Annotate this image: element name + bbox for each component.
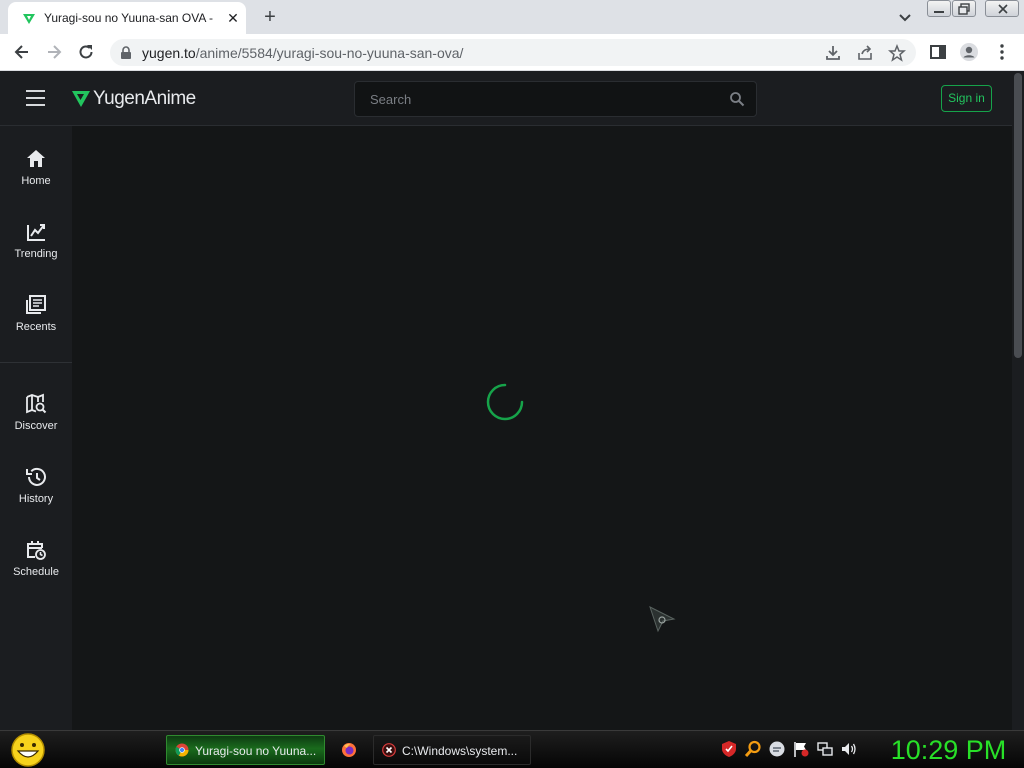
recents-icon [26, 295, 46, 314]
reload-icon[interactable] [76, 42, 96, 62]
sidebar-item-history[interactable]: History [0, 466, 72, 526]
sidebar-item-label: Discover [14, 420, 58, 432]
share-icon[interactable] [856, 44, 874, 62]
sidebar-nav: Home Trending Recents Discover History S… [0, 126, 72, 730]
restore-button[interactable] [952, 0, 976, 17]
lock-icon[interactable] [120, 46, 132, 60]
sidebar-item-trending[interactable]: Trending [0, 221, 72, 281]
restore-icon [958, 3, 970, 15]
sidebar-divider [0, 362, 72, 363]
address-bar[interactable]: yugen.to/anime/5584/yuragi-sou-no-yuuna-… [110, 39, 916, 66]
url-host: yugen.to [142, 45, 196, 61]
yugenanime-favicon-icon [23, 14, 35, 24]
discover-icon [26, 393, 47, 414]
search-bar [354, 81, 757, 117]
network-icon[interactable] [816, 740, 834, 758]
download-icon[interactable] [824, 44, 842, 62]
tab-search-chevron-icon[interactable] [896, 8, 914, 26]
window-controls [927, 0, 1019, 18]
sign-in-button[interactable]: Sign in [941, 85, 992, 112]
scrollbar-thumb[interactable] [1014, 73, 1022, 358]
firefox-icon [342, 743, 356, 757]
url-path: /anime/5584/yuragi-sou-no-yuuna-san-ova/ [195, 45, 464, 61]
taskbar-item-chrome[interactable]: Yuragi-sou no Yuuna... [166, 735, 325, 765]
browser-tabstrip: Yuragi-sou no Yuuna-san OVA - Y ✕ + [0, 0, 1024, 34]
main-content [72, 126, 1012, 730]
tab-close-icon[interactable]: ✕ [224, 9, 242, 27]
messenger-tray-icon[interactable] [768, 740, 786, 758]
search-input[interactable] [355, 82, 725, 116]
sidebar-item-label: Schedule [13, 566, 59, 578]
taskbar-item-error-window[interactable]: C:\Windows\system... [373, 735, 531, 765]
history-icon [26, 467, 46, 486]
minimize-button[interactable] [927, 0, 951, 17]
close-icon [998, 4, 1008, 14]
side-panel-icon[interactable] [928, 42, 948, 62]
page-scrollbar[interactable] [1012, 71, 1024, 730]
url-text: yugen.to/anime/5584/yuragi-sou-no-yuuna-… [142, 45, 463, 61]
taskbar-item-firefox[interactable] [336, 735, 364, 765]
sidebar-item-label: Trending [14, 248, 58, 260]
hamburger-menu-icon[interactable] [26, 90, 46, 106]
more-menu-icon[interactable] [992, 42, 1012, 62]
sidebar-item-schedule[interactable]: Schedule [0, 539, 72, 599]
search-icon[interactable] [729, 91, 745, 107]
browser-tab[interactable]: Yuragi-sou no Yuuna-san OVA - Y ✕ [8, 2, 246, 34]
mouse-cursor-icon [649, 606, 676, 633]
volume-icon[interactable] [840, 740, 858, 758]
new-tab-button[interactable]: + [258, 6, 282, 28]
close-window-button[interactable] [985, 0, 1019, 17]
loading-spinner-icon [486, 383, 524, 421]
chrome-icon [175, 743, 189, 757]
system-tray [718, 739, 868, 761]
tab-title: Yuragi-sou no Yuuna-san OVA - Y [44, 11, 216, 25]
forward-arrow-icon[interactable] [44, 42, 64, 62]
taskbar-clock[interactable]: 10:29 PM [876, 733, 1021, 767]
taskbar-item-label: Yuragi-sou no Yuuna... [195, 744, 317, 758]
error-icon [382, 743, 396, 757]
action-center-flag-icon[interactable] [792, 740, 810, 758]
taskbar-item-label: C:\Windows\system... [402, 744, 518, 758]
sidebar-item-label: Recents [15, 321, 57, 333]
profile-avatar-icon[interactable] [959, 42, 979, 62]
schedule-icon [27, 541, 46, 560]
sidebar-item-discover[interactable]: Discover [0, 393, 72, 453]
sidebar-item-recents[interactable]: Recents [0, 294, 72, 354]
os-taskbar: Yuragi-sou no Yuuna... C:\Windows\system… [0, 730, 1024, 768]
sidebar-item-home[interactable]: Home [0, 148, 72, 208]
magnifier-tray-icon[interactable] [744, 740, 762, 758]
start-smiley-icon[interactable] [8, 733, 48, 767]
sidebar-item-label: History [18, 493, 54, 505]
site-header: YugenAnime Sign in [0, 71, 1012, 126]
sidebar-item-label: Home [21, 175, 51, 187]
antivirus-shield-icon[interactable] [720, 740, 738, 758]
back-arrow-icon[interactable] [12, 42, 32, 62]
minimize-icon [934, 11, 944, 13]
bookmark-star-icon[interactable] [888, 44, 906, 62]
yugenanime-logo-icon [72, 91, 90, 107]
home-icon [27, 150, 45, 167]
trending-icon [27, 224, 45, 241]
web-page: YugenAnime Sign in Home Trending [0, 71, 1024, 730]
browser-toolbar: yugen.to/anime/5584/yuragi-sou-no-yuuna-… [0, 34, 1024, 71]
site-logo-text: YugenAnime [93, 88, 196, 109]
